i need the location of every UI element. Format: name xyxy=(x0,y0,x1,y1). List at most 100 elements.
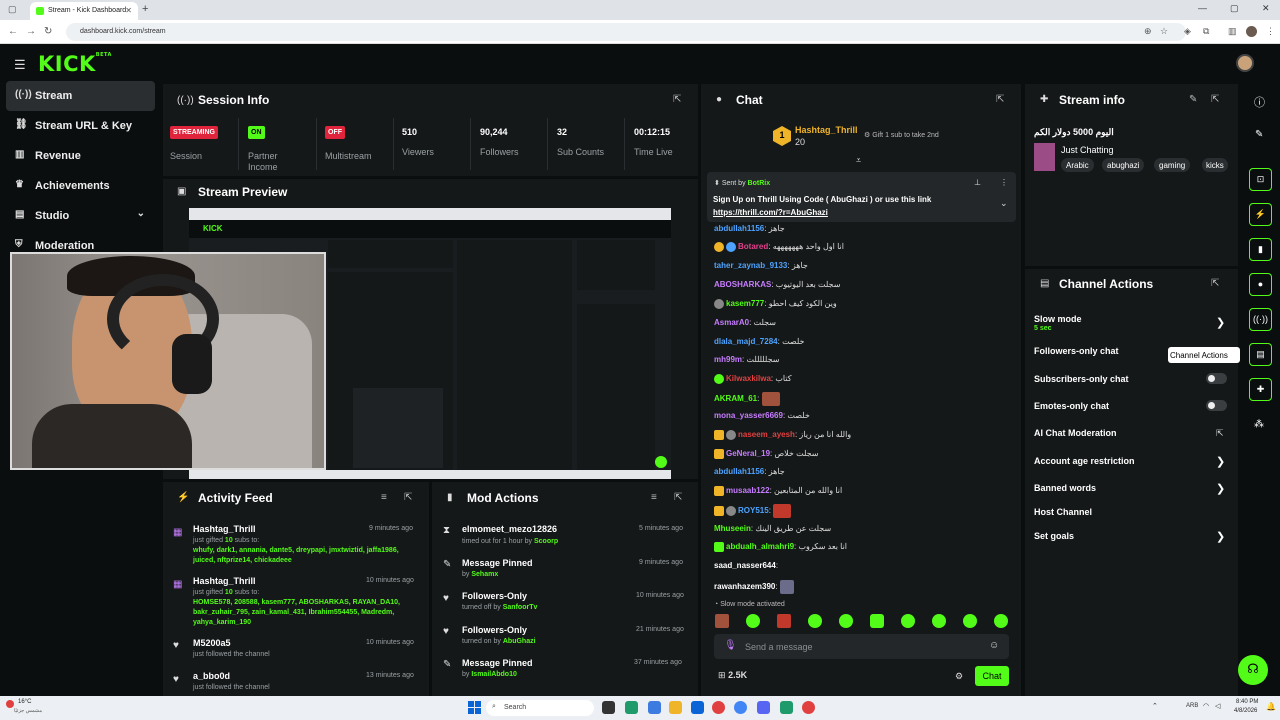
tag-chip[interactable]: abughazi xyxy=(1102,158,1145,172)
chat-username[interactable]: AKRAM_61 xyxy=(714,394,757,403)
chat-send-button[interactable]: Chat xyxy=(975,666,1009,686)
rail-stream-info-button[interactable]: ✚ xyxy=(1249,378,1272,401)
external-link-icon[interactable]: ⇱ xyxy=(1216,428,1224,439)
task-view-icon[interactable] xyxy=(602,701,615,714)
edit-icon[interactable]: ✎ xyxy=(1189,94,1197,105)
chat-username[interactable]: Kilwaxkilwa xyxy=(726,374,771,383)
slow-mode-label[interactable]: Slow mode xyxy=(1034,314,1082,324)
expand-leaderboard-icon[interactable]: ⩡ xyxy=(856,155,861,166)
wifi-icon[interactable]: ◠ xyxy=(1203,702,1209,710)
chevron-right-icon[interactable]: ❯ xyxy=(1216,316,1225,329)
popout-icon[interactable]: ⇱ xyxy=(1211,278,1219,289)
set-goals-label[interactable]: Set goals xyxy=(1034,531,1074,541)
chat-username[interactable]: naseem_ayesh xyxy=(738,430,795,439)
tag-chip[interactable]: kicks xyxy=(1202,158,1228,172)
clock-date[interactable]: 4/8/2026 xyxy=(1234,708,1257,714)
rail-channel-actions-button[interactable]: ▤ xyxy=(1249,343,1272,366)
chat-username[interactable]: abdualh_almahri9 xyxy=(726,542,794,551)
app-icon[interactable] xyxy=(691,701,704,714)
chat-username[interactable]: mona_yasser6669 xyxy=(714,411,783,420)
top-gifter-name[interactable]: Hashtag_Thrill xyxy=(795,125,858,135)
user-avatar[interactable] xyxy=(1236,54,1254,72)
category-name[interactable]: Just Chatting xyxy=(1061,145,1114,155)
popout-icon[interactable]: ⇱ xyxy=(673,94,681,105)
profile-avatar-icon[interactable] xyxy=(1246,26,1257,37)
chat-username[interactable]: saad_nasser644 xyxy=(714,561,776,570)
rail-chat-button[interactable]: ● xyxy=(1249,273,1272,296)
filter-icon[interactable]: ≡ xyxy=(651,492,657,503)
chat-username[interactable]: abdullah1156 xyxy=(714,224,764,233)
emote-icon[interactable] xyxy=(808,614,822,628)
chat-username[interactable]: musaab122 xyxy=(726,486,770,495)
followers-only-label[interactable]: Followers-only chat xyxy=(1034,346,1119,356)
windows-start-icon[interactable] xyxy=(468,701,481,714)
emote-icon[interactable] xyxy=(777,614,791,628)
kick-logo[interactable]: KICKBETA xyxy=(38,52,112,76)
popout-icon[interactable]: ⇱ xyxy=(1211,94,1219,105)
chat-username[interactable]: mh99m xyxy=(714,355,742,364)
emote-icon[interactable] xyxy=(994,614,1008,628)
minimize-icon[interactable]: — xyxy=(1198,3,1207,13)
menu-icon[interactable]: ☰ xyxy=(14,57,26,73)
emotes-only-toggle[interactable] xyxy=(1206,400,1227,411)
reload-icon[interactable]: ↻ xyxy=(44,26,52,37)
sidebar-item-revenue[interactable]: ▥ Revenue xyxy=(6,141,155,171)
emote-icon[interactable] xyxy=(901,614,915,628)
browser-menu-icon[interactable]: ⋮ xyxy=(1266,26,1275,37)
subscribers-only-toggle[interactable] xyxy=(1206,373,1227,384)
account-age-label[interactable]: Account age restriction xyxy=(1034,456,1135,466)
chevron-right-icon[interactable]: ❯ xyxy=(1216,530,1225,543)
volume-icon[interactable]: ◁ xyxy=(1215,702,1220,710)
chat-input-box[interactable]: 🎙 Send a message ☺ xyxy=(714,634,1009,659)
notification-icon[interactable]: 🔔 xyxy=(1266,702,1276,711)
filter-icon[interactable]: ≡ xyxy=(381,492,387,503)
chrome-icon[interactable] xyxy=(734,701,747,714)
popout-icon[interactable]: ⇱ xyxy=(404,492,412,503)
more-options-icon[interactable]: ⋮ xyxy=(1000,178,1008,187)
app-icon[interactable] xyxy=(802,701,815,714)
emote-icon[interactable] xyxy=(870,614,884,628)
emote-icon[interactable] xyxy=(746,614,760,628)
tag-chip[interactable]: gaming xyxy=(1154,158,1191,172)
info-icon[interactable]: ⓘ xyxy=(1254,94,1265,110)
file-explorer-icon[interactable] xyxy=(669,701,682,714)
app-icon[interactable] xyxy=(625,701,638,714)
emoji-icon[interactable]: ☺ xyxy=(989,640,999,651)
tab-list-icon[interactable]: ▢ xyxy=(8,4,17,15)
app-icon[interactable] xyxy=(780,701,793,714)
extension-icon[interactable]: ◈ xyxy=(1184,26,1191,37)
more-widgets-icon[interactable]: ⁂ xyxy=(1254,419,1264,430)
gift-sub-prompt[interactable]: ⚙ Gift 1 sub to take 2nd xyxy=(864,131,939,139)
sidebar-item-stream-url[interactable]: ⛓ Stream URL & Key xyxy=(6,111,155,141)
chevron-right-icon[interactable]: ❯ xyxy=(1216,455,1225,468)
chat-username[interactable]: ABOSHARKAS xyxy=(714,280,771,289)
emote-icon[interactable] xyxy=(932,614,946,628)
banned-words-label[interactable]: Banned words xyxy=(1034,483,1096,493)
chat-settings-icon[interactable]: ⚙ xyxy=(955,671,963,682)
app-icon[interactable] xyxy=(712,701,725,714)
sidebar-item-studio[interactable]: ▤ Studio ⌄ xyxy=(6,201,155,231)
extensions-puzzle-icon[interactable]: ⧉ xyxy=(1203,26,1209,37)
popout-icon[interactable]: ⇱ xyxy=(996,94,1004,105)
chat-username[interactable]: Mhuseein xyxy=(714,524,751,533)
chevron-right-icon[interactable]: ❯ xyxy=(1216,482,1225,495)
forward-icon[interactable]: → xyxy=(26,26,36,37)
tray-chevron-icon[interactable]: ⌃ xyxy=(1152,702,1158,710)
collapse-pinned-icon[interactable]: ⌄ xyxy=(1000,198,1008,209)
zoom-icon[interactable]: ⊕ xyxy=(1144,26,1152,37)
chat-username[interactable]: GeNeral_19 xyxy=(726,449,770,458)
weather-temp[interactable]: 16°C xyxy=(18,699,31,705)
bookmark-star-icon[interactable]: ☆ xyxy=(1160,26,1168,37)
host-channel-label[interactable]: Host Channel xyxy=(1034,507,1092,517)
maximize-icon[interactable]: ▢ xyxy=(1230,3,1239,14)
help-button[interactable]: ☊ xyxy=(1238,655,1268,685)
emotes-only-label[interactable]: Emotes-only chat xyxy=(1034,401,1109,411)
browser-tab[interactable]: Stream - Kick Dashboard ✕ xyxy=(30,2,138,20)
clock-time[interactable]: 8:40 PM xyxy=(1236,699,1258,705)
rail-stream-button[interactable]: ((·)) xyxy=(1249,308,1272,331)
back-icon[interactable]: ← xyxy=(8,26,18,37)
rail-mod-button[interactable]: ▮ xyxy=(1249,238,1272,261)
sidebar-icon[interactable]: ▥ xyxy=(1228,26,1237,37)
rail-activity-button[interactable]: ⚡ xyxy=(1249,203,1272,226)
chat-username[interactable]: taher_zaynab_9133 xyxy=(714,261,787,270)
